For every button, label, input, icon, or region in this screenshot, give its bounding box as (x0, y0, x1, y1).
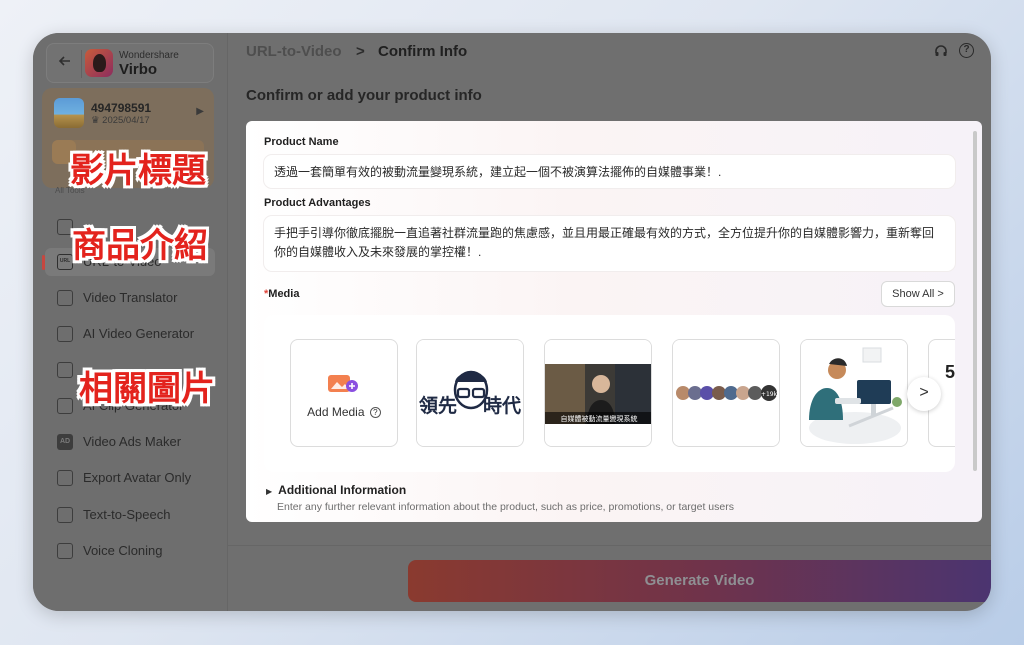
product-name-label: Product Name (264, 136, 339, 148)
chevron-right-icon: > (919, 384, 929, 401)
thumb-logo-text-2: 時代 (483, 395, 521, 417)
media-thumbnail-faces[interactable]: +19k (672, 339, 780, 447)
sidebar: Wondershare Virbo 494798591 ♛ 2025/04/17… (33, 33, 228, 611)
sidebar-item-video-ads-maker[interactable]: AD Video Ads Maker (45, 428, 215, 456)
back-button[interactable] (55, 54, 75, 74)
headset-icon[interactable] (934, 44, 948, 58)
video-generator-icon (57, 326, 73, 342)
image-icon (57, 219, 73, 235)
sidebar-item-voice-cloning[interactable]: Voice Cloning (45, 537, 215, 565)
video-thumbnail-image: 自媒體被動流量變現系統 (545, 340, 651, 446)
brand-divider (81, 50, 82, 78)
product-advantages-input[interactable]: 手把手引導你徹底擺脫一直追著社群流量跑的焦慮感，並且用最正確最有效的方式，全方位… (264, 216, 955, 271)
media-strip: Add Media ? 領先 時代 自媒體被動流量變現系統 +19k 5 > (264, 315, 955, 472)
question-circle-icon: ? (369, 407, 381, 418)
thumb-partial-text: 5 (945, 362, 955, 382)
logo-thumbnail-image: 領先 時代 (417, 340, 523, 446)
sidebar-item-text-to-speech[interactable]: Text-to-Speech (45, 501, 215, 529)
show-all-button[interactable]: Show All > (881, 281, 955, 307)
avatar-export-icon (57, 470, 73, 486)
product-name-input[interactable]: 透過一套簡單有效的被動流量變現系統，建立起一個不被演算法擺佈的自媒體事業！. (264, 155, 955, 188)
additional-info-title: Additional Information (278, 483, 407, 497)
additional-info-toggle[interactable]: ▶ Additional Information (266, 483, 406, 497)
media-next-button[interactable]: > (907, 377, 941, 411)
product-advantages-label: Product Advantages (264, 197, 371, 209)
account-date-text: 2025/04/17 (102, 115, 150, 126)
product-info-panel: Product Name 透過一套簡單有效的被動流量變現系統，建立起一個不被演算… (246, 121, 982, 522)
add-media-text: Add Media (307, 405, 365, 419)
tts-icon (57, 507, 73, 523)
annotation-related-images: 相關圖片 (79, 369, 215, 409)
sidebar-item-export-avatar-only[interactable]: Export Avatar Only (45, 464, 215, 492)
clip-icon (57, 398, 73, 414)
generate-video-button[interactable]: Generate Video (408, 560, 991, 602)
app-window: Wondershare Virbo 494798591 ♛ 2025/04/17… (33, 33, 991, 611)
thumb-logo-text: 領先 (419, 394, 457, 417)
translate-icon (57, 290, 73, 306)
footer-divider (228, 545, 991, 546)
music-icon (57, 362, 73, 378)
sidebar-item-label: Text-to-Speech (83, 507, 171, 522)
panel-scrollbar[interactable] (973, 131, 977, 471)
add-media-label: Add Media ? (291, 405, 397, 419)
media-label: *Media (264, 288, 299, 300)
crown-icon: ♛ (91, 115, 103, 126)
breadcrumb-confirm-info: Confirm Info (378, 43, 468, 60)
virbo-logo-icon (85, 49, 113, 77)
sidebar-item-label: Video Translator (83, 290, 178, 305)
ads-icon: AD (57, 434, 73, 450)
media-thumbnail-illustration[interactable] (800, 339, 908, 447)
avatar (54, 98, 84, 128)
brand-name: Virbo (119, 61, 158, 78)
breadcrumb-separator: > (356, 43, 365, 60)
thumb-video-caption: 自媒體被動流量變現系統 (561, 414, 638, 423)
voice-icon (57, 543, 73, 559)
sidebar-item-video-translator[interactable]: Video Translator (45, 284, 215, 312)
annotation-product-intro: 商品介紹 (72, 226, 208, 266)
brand-small-text: Wondershare (119, 50, 179, 61)
account-id: 494798591 (91, 101, 152, 115)
account-date: ♛ 2025/04/17 (91, 115, 150, 126)
breadcrumb-url-to-video[interactable]: URL-to-Video (246, 43, 342, 60)
annotation-video-title: 影片標題 (70, 151, 206, 191)
brand-box: Wondershare Virbo (46, 43, 214, 83)
chevron-right-icon: ▶ (196, 106, 204, 117)
caret-right-icon: ▶ (266, 487, 273, 496)
faces-thumbnail-image: +19k (673, 340, 779, 446)
arrow-left-icon (58, 56, 70, 66)
url-icon: URL (57, 254, 73, 270)
sidebar-item-label: Voice Cloning (83, 543, 163, 558)
question-circle-icon[interactable]: ? (959, 43, 974, 58)
illustration-thumbnail-image (801, 340, 907, 446)
additional-info-description: Enter any further relevant information a… (277, 501, 734, 513)
thumb-faces-count: +19k (761, 391, 778, 398)
sidebar-item-ai-video-generator[interactable]: AI Video Generator (45, 320, 215, 348)
sidebar-item-label: Export Avatar Only (83, 470, 192, 485)
add-media-button[interactable]: Add Media ? (290, 339, 398, 447)
media-label-text: Media (268, 288, 300, 300)
sidebar-item-label: AI Video Generator (83, 326, 195, 341)
sidebar-item-label: Video Ads Maker (83, 434, 182, 449)
page-title: Confirm or add your product info (246, 87, 482, 104)
add-image-icon (328, 375, 358, 392)
media-thumbnail-video[interactable]: 自媒體被動流量變現系統 (544, 339, 652, 447)
media-thumbnail-logo[interactable]: 領先 時代 (416, 339, 524, 447)
